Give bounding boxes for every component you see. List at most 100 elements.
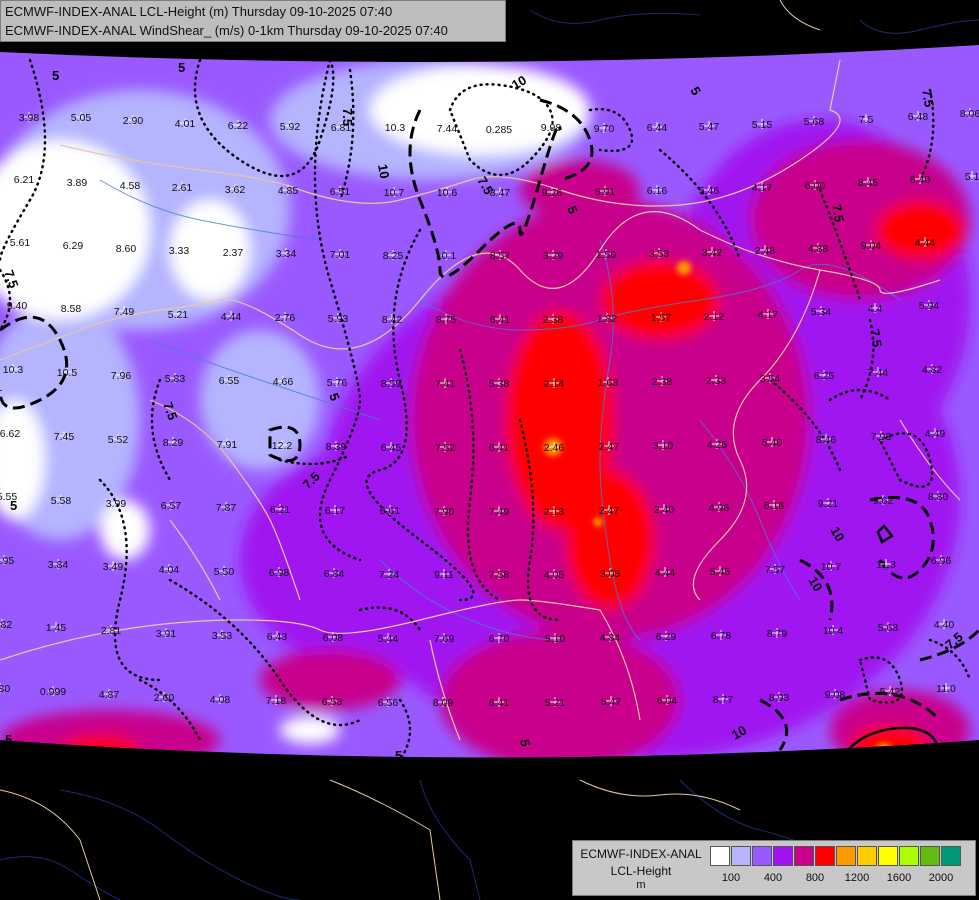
windshear-value-label: 6.43 bbox=[267, 631, 288, 643]
windshear-value-label: 3.33 bbox=[169, 245, 190, 257]
windshear-value-label: 5.76 bbox=[327, 377, 348, 389]
windshear-value-label: 4.88 bbox=[808, 243, 829, 255]
windshear-value-label: 8.58 bbox=[61, 303, 82, 315]
windshear-value-label: 9.11 bbox=[434, 569, 454, 581]
windshear-value-label: 2.61 bbox=[172, 182, 193, 194]
windshear-value-label: 2.37 bbox=[223, 247, 244, 259]
windshear-value-label: 5.92 bbox=[280, 121, 301, 133]
windshear-value-label: 4.17 bbox=[758, 309, 779, 321]
windshear-value-label: 2.60 bbox=[154, 692, 175, 704]
windshear-value-label: 4.95 bbox=[0, 555, 14, 567]
windshear-value-label: 9.26 bbox=[542, 187, 563, 199]
legend-unit: m bbox=[636, 879, 646, 891]
windshear-value-label: 3.91 bbox=[156, 628, 177, 640]
windshear-value-label: 5.45 bbox=[710, 566, 731, 578]
windshear-value-label: 5.47 bbox=[601, 696, 622, 708]
map-title-box: ECMWF-INDEX-ANAL LCL-Height (m) Thursday… bbox=[0, 0, 506, 42]
windshear-value-label: 5.52 bbox=[108, 434, 129, 446]
data-field: 3.98 5.05 2.90 4.01 6.22 5.92 6.81 10.3 7.44 0.28… bbox=[0, 45, 979, 758]
windshear-value-label: 9.21 bbox=[818, 498, 839, 510]
legend-swatch bbox=[815, 846, 835, 866]
windshear-value-label: 5.83 bbox=[165, 373, 186, 385]
windshear-value-label: 4.17 bbox=[752, 182, 773, 194]
windshear-value-label: 10.4 bbox=[823, 625, 844, 637]
legend-tick-label: 1600 bbox=[886, 872, 912, 884]
windshear-value-label: 5.21 bbox=[168, 309, 189, 321]
weather-map: 3.98 5.05 2.90 4.01 6.22 5.92 6.81 10.3 7.44 0.28… bbox=[0, 0, 979, 900]
windshear-value-label: 5.63 bbox=[878, 622, 899, 634]
map-title-lcl: ECMWF-INDEX-ANAL LCL-Height (m) Thursday… bbox=[5, 4, 393, 19]
windshear-value-label: 5.94 bbox=[919, 300, 940, 312]
windshear-value-label: 2.47 bbox=[599, 505, 620, 517]
windshear-value-label: 8.09 bbox=[433, 697, 454, 709]
windshear-value-label: 8.29 bbox=[163, 437, 184, 449]
legend-swatch bbox=[794, 846, 814, 866]
windshear-value-label: 6.41 bbox=[489, 442, 510, 454]
windshear-value-label: 4.44 bbox=[221, 311, 242, 323]
windshear-value-label: 4.49 bbox=[925, 428, 946, 440]
windshear-value-label: 6.41 bbox=[490, 314, 511, 326]
windshear-value-label: 6.53 bbox=[322, 696, 343, 708]
windshear-value-label: 5.42 bbox=[880, 686, 901, 698]
contour-label: 5 bbox=[178, 60, 185, 75]
windshear-value-label: 5.05 bbox=[71, 112, 92, 124]
windshear-value-label: 2.14 bbox=[544, 378, 565, 390]
windshear-value-label: 2.38 bbox=[652, 376, 673, 388]
windshear-value-label: 2.90 bbox=[123, 115, 144, 127]
windshear-value-label: 7.57 bbox=[765, 564, 786, 576]
contour-label: 5 bbox=[52, 68, 59, 83]
windshear-value-label: 5.40 bbox=[762, 437, 783, 449]
legend-variable-name: LCL-Height bbox=[610, 864, 672, 878]
windshear-value-label: 6.40 bbox=[910, 174, 931, 186]
windshear-value-label: 5.34 bbox=[811, 306, 832, 318]
windshear-value-label: 2.38 bbox=[543, 314, 564, 326]
windshear-value-label: 6.00 bbox=[805, 180, 826, 192]
windshear-value-label: 5.44 bbox=[378, 633, 399, 645]
windshear-value-label: 7.69 bbox=[434, 633, 455, 645]
windshear-value-label: 2.76 bbox=[275, 312, 296, 324]
windshear-value-label: 4.82 bbox=[922, 364, 943, 376]
windshear-value-label: 2.47 bbox=[599, 441, 620, 453]
windshear-value-label: 4.82 bbox=[0, 619, 12, 631]
windshear-value-label: 8.46 bbox=[816, 434, 837, 446]
windshear-value-label: 7.91 bbox=[217, 439, 238, 451]
windshear-value-label: 9.04 bbox=[861, 240, 882, 252]
windshear-value-label: 8.57 bbox=[490, 250, 511, 262]
windshear-value-label: 8.79 bbox=[767, 628, 788, 640]
windshear-value-label: 3.53 bbox=[212, 630, 233, 642]
windshear-value-label: 8.42 bbox=[382, 314, 403, 326]
legend-swatch bbox=[731, 846, 751, 866]
windshear-value-label: 8.06 bbox=[960, 108, 979, 120]
windshear-value-label: 0.999 bbox=[40, 686, 66, 698]
windshear-value-label: 6.61 bbox=[380, 505, 401, 517]
windshear-value-label: 11.0 bbox=[936, 683, 956, 695]
windshear-value-label: 11.3 bbox=[876, 559, 896, 571]
windshear-value-label: 8.77 bbox=[713, 694, 734, 706]
windshear-value-label: 6.45 bbox=[381, 442, 402, 454]
windshear-value-label: 7.93 bbox=[871, 431, 892, 443]
windshear-value-label: 4.40 bbox=[934, 619, 955, 631]
windshear-value-label: 10.7 bbox=[821, 561, 842, 573]
legend-swatch bbox=[836, 846, 856, 866]
windshear-value-label: 0.285 bbox=[486, 124, 512, 136]
windshear-value-label: 6.21 bbox=[14, 174, 35, 186]
windshear-value-label: 7.41 bbox=[435, 378, 456, 390]
windshear-value-label: 6.16 bbox=[764, 500, 785, 512]
windshear-value-label: 4.98 bbox=[709, 502, 730, 514]
legend-tick-label: 400 bbox=[763, 872, 783, 884]
windshear-value-label: 6.48 bbox=[908, 111, 929, 123]
legend-swatch bbox=[773, 846, 793, 866]
windshear-value-label: 3.84 bbox=[48, 559, 69, 571]
windshear-value-label: 6.21 bbox=[270, 504, 291, 516]
windshear-value-label: 5.68 bbox=[804, 116, 825, 128]
windshear-value-label: 4.58 bbox=[120, 180, 141, 192]
windshear-value-label: 7.44 bbox=[868, 367, 889, 379]
windshear-value-label: 3.10 bbox=[653, 440, 674, 452]
windshear-value-label: 1.63 bbox=[598, 377, 619, 389]
windshear-value-label: 10.7 bbox=[384, 187, 405, 199]
color-legend: ECMWF-INDEX-ANAL LCL-Height m 100 400 800 1… bbox=[572, 840, 976, 896]
contour-label: 7.5 bbox=[867, 328, 885, 348]
windshear-value-label: 8.80 bbox=[928, 491, 949, 503]
windshear-value-label: 7.52 bbox=[435, 442, 456, 454]
windshear-value-label: 6.96 bbox=[931, 555, 952, 567]
